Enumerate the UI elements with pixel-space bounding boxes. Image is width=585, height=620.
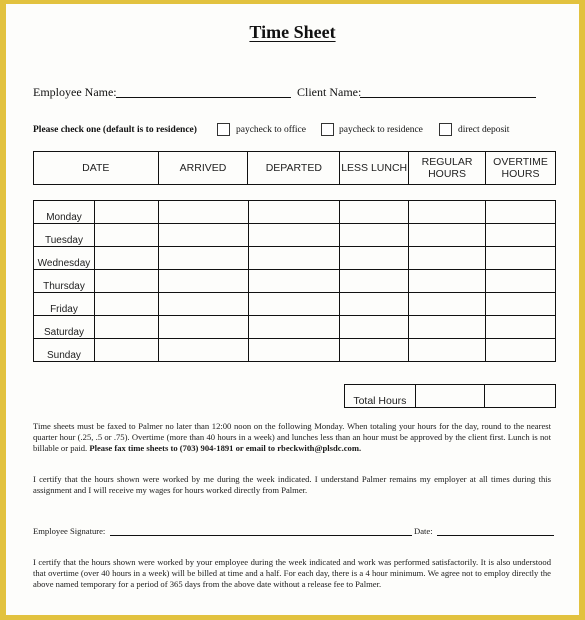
option-label-paycheck-residence: paycheck to residence [339, 125, 423, 135]
date-cell[interactable] [93, 269, 159, 293]
employee-signature-label: Employee Signature: [33, 526, 106, 536]
employee-name-label: Employee Name: [33, 85, 117, 99]
arrived-cell[interactable] [157, 269, 249, 293]
departed-cell[interactable] [247, 200, 341, 224]
overtime-hours-cell[interactable] [485, 315, 556, 339]
regular-hours-cell[interactable] [408, 292, 487, 316]
fax-email-instructions: Please fax time sheets to (703) 904-1891… [89, 443, 362, 453]
day-row-monday: Monday [33, 200, 556, 224]
checkbox-paycheck-office[interactable] [217, 123, 230, 136]
day-label: Saturday [33, 315, 95, 339]
less-lunch-cell[interactable] [339, 200, 410, 224]
departed-cell[interactable] [247, 223, 341, 247]
day-row-tuesday: Tuesday [33, 223, 556, 247]
regular-hours-cell[interactable] [408, 223, 487, 247]
header-regular-hours-label: REGULAR HOURS [421, 156, 473, 180]
timesheet-header-row: DATE ARRIVED DEPARTED LESS LUNCH REGULAR… [33, 151, 556, 185]
arrived-cell[interactable] [157, 315, 249, 339]
regular-hours-cell[interactable] [408, 246, 487, 270]
header-date: DATE [33, 151, 159, 185]
overtime-hours-cell[interactable] [485, 246, 556, 270]
date-cell[interactable] [93, 246, 159, 270]
less-lunch-cell[interactable] [339, 223, 410, 247]
overtime-hours-cell[interactable] [485, 223, 556, 247]
employee-name-field[interactable] [116, 97, 291, 98]
date-cell[interactable] [93, 338, 159, 362]
header-less-lunch: LESS LUNCH [339, 151, 410, 185]
date-field[interactable] [437, 535, 554, 536]
day-label: Wednesday [33, 246, 95, 270]
payment-prompt: Please check one (default is to residenc… [33, 125, 197, 135]
total-hours-row: Total Hours [344, 384, 556, 408]
overtime-hours-cell[interactable] [485, 269, 556, 293]
less-lunch-cell[interactable] [339, 315, 410, 339]
day-label: Friday [33, 292, 95, 316]
day-row-saturday: Saturday [33, 315, 556, 339]
day-row-sunday: Sunday [33, 338, 556, 362]
header-overtime-hours: OVERTIME HOURS [485, 151, 556, 185]
day-label: Sunday [33, 338, 95, 362]
regular-hours-cell[interactable] [408, 315, 487, 339]
instructions-paragraph: Time sheets must be faxed to Palmer no l… [33, 421, 551, 454]
date-label: Date: [414, 526, 433, 536]
date-cell[interactable] [93, 292, 159, 316]
overtime-hours-cell[interactable] [485, 292, 556, 316]
total-hours-label: Total Hours [344, 384, 416, 408]
day-row-wednesday: Wednesday [33, 246, 556, 270]
header-overtime-hours-label: OVERTIME HOURS [493, 156, 548, 180]
employee-signature-field[interactable] [110, 535, 412, 536]
arrived-cell[interactable] [157, 246, 249, 270]
day-label: Monday [33, 200, 95, 224]
less-lunch-cell[interactable] [339, 338, 410, 362]
overtime-hours-cell[interactable] [485, 338, 556, 362]
option-label-direct-deposit: direct deposit [458, 125, 510, 135]
regular-hours-cell[interactable] [408, 200, 487, 224]
header-arrived: ARRIVED [157, 151, 249, 185]
overtime-hours-cell[interactable] [485, 200, 556, 224]
less-lunch-cell[interactable] [339, 246, 410, 270]
header-regular-hours: REGULAR HOURS [408, 151, 487, 185]
total-regular-hours-cell[interactable] [414, 384, 486, 408]
day-label: Thursday [33, 269, 95, 293]
employee-certification: I certify that the hours shown were work… [33, 474, 551, 495]
arrived-cell[interactable] [157, 200, 249, 224]
day-row-friday: Friday [33, 292, 556, 316]
checkbox-direct-deposit[interactable] [439, 123, 452, 136]
option-label-paycheck-office: paycheck to office [236, 125, 306, 135]
date-cell[interactable] [93, 200, 159, 224]
header-departed: DEPARTED [247, 151, 341, 185]
client-name-label: Client Name: [297, 85, 362, 99]
departed-cell[interactable] [247, 269, 341, 293]
departed-cell[interactable] [247, 338, 341, 362]
arrived-cell[interactable] [157, 223, 249, 247]
total-overtime-hours-cell[interactable] [484, 384, 556, 408]
client-certification: I certify that the hours shown were work… [33, 557, 551, 589]
arrived-cell[interactable] [157, 338, 249, 362]
day-label: Tuesday [33, 223, 95, 247]
date-cell[interactable] [93, 315, 159, 339]
checkbox-paycheck-residence[interactable] [321, 123, 334, 136]
departed-cell[interactable] [247, 315, 341, 339]
arrived-cell[interactable] [157, 292, 249, 316]
regular-hours-cell[interactable] [408, 338, 487, 362]
regular-hours-cell[interactable] [408, 269, 487, 293]
less-lunch-cell[interactable] [339, 292, 410, 316]
date-cell[interactable] [93, 223, 159, 247]
client-name-field[interactable] [360, 97, 536, 98]
page-title: Time Sheet [249, 22, 336, 42]
day-row-thursday: Thursday [33, 269, 556, 293]
timesheet-days-table: Monday Tuesday Wednesday Thursday Friday Satu… [33, 200, 556, 362]
departed-cell[interactable] [247, 246, 341, 270]
less-lunch-cell[interactable] [339, 269, 410, 293]
departed-cell[interactable] [247, 292, 341, 316]
